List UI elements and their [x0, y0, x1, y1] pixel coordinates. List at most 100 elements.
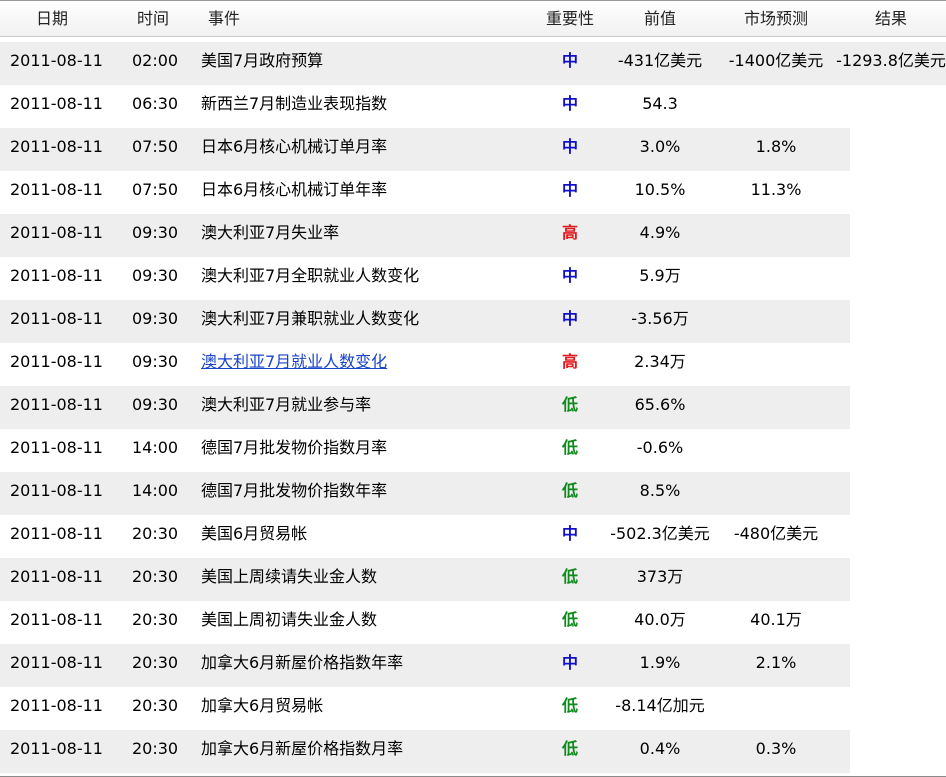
previous-value-cell: -502.3亿美元 [610, 524, 710, 543]
event-cell: 德国7月批发物价指数月率 [201, 438, 388, 457]
time-cell: 14:00 [132, 481, 179, 500]
table-header: 日期 时间 事件 重要性 前值 市场预测 结果 [0, 1, 946, 37]
date-cell: 2011-08-11 [10, 180, 103, 199]
table-row[interactable]: 2011-08-11 20:30 加拿大6月新屋价格指数年率 中 1.9% 2.1% [0, 644, 850, 687]
event-cell: 美国7月政府预算 [201, 51, 324, 70]
time-cell: 06:30 [132, 94, 179, 113]
result-cell [836, 515, 946, 558]
previous-value-cell: 0.4% [639, 739, 681, 758]
date-cell: 2011-08-11 [10, 223, 103, 242]
importance-badge: 高 [561, 352, 578, 371]
header-event[interactable]: 事件 [208, 1, 240, 36]
date-cell: 2011-08-11 [10, 137, 103, 156]
result-cell [836, 214, 946, 257]
table-row[interactable]: 2011-08-11 14:00 德国7月批发物价指数年率 低 8.5% [0, 472, 850, 515]
date-cell: 2011-08-11 [10, 696, 103, 715]
importance-badge: 高 [561, 223, 578, 242]
event-link[interactable]: 澳大利亚7月就业人数变化 [201, 343, 387, 386]
header-importance[interactable]: 重要性 [530, 1, 610, 36]
date-cell: 2011-08-11 [10, 481, 103, 500]
event-cell: 美国6月贸易帐 [201, 524, 308, 543]
table-row[interactable]: 2011-08-11 20:30 加拿大6月新屋价格指数月率 低 0.4% 0.3% [0, 730, 850, 773]
importance-badge: 中 [561, 137, 578, 156]
time-cell: 09:30 [132, 223, 179, 242]
table-row[interactable]: 2011-08-11 06:30 新西兰7月制造业表现指数 中 54.3 [0, 85, 850, 128]
result-cell [836, 257, 946, 300]
table-row[interactable]: 2011-08-11 09:30 澳大利亚7月兼职就业人数变化 中 -3.56万 [0, 300, 850, 343]
event-cell: 澳大利亚7月全职就业人数变化 [201, 266, 420, 285]
importance-badge: 低 [561, 395, 578, 414]
result-cell [836, 687, 946, 730]
event-cell: 加拿大6月新屋价格指数年率 [201, 653, 404, 672]
importance-badge: 中 [561, 309, 578, 328]
forecast-cell [716, 429, 836, 472]
forecast-cell [716, 386, 836, 429]
result-cell [836, 85, 946, 128]
time-cell: 20:30 [132, 696, 179, 715]
date-cell: 2011-08-11 [10, 567, 103, 586]
importance-badge: 低 [561, 739, 578, 758]
result-cell [836, 300, 946, 343]
result-cell: -1293.8亿美元 [836, 51, 946, 70]
date-cell: 2011-08-11 [10, 94, 103, 113]
date-cell: 2011-08-11 [10, 309, 103, 328]
table-row[interactable]: 2011-08-11 07:50 日本6月核心机械订单月率 中 3.0% 1.8% [0, 128, 850, 171]
time-cell: 02:00 [132, 51, 179, 70]
event-cell: 日本6月核心机械订单年率 [201, 180, 388, 199]
previous-value-cell: 40.0万 [634, 610, 686, 629]
previous-value-cell: -0.6% [636, 438, 684, 457]
table-row[interactable]: 2011-08-11 09:30 澳大利亚7月就业人数变化 高 2.34万 [0, 343, 850, 386]
table-row[interactable]: 2011-08-11 20:30 加拿大6月贸易帐 低 -8.14亿加元 [0, 687, 850, 730]
table-row[interactable]: 2011-08-11 14:00 德国7月批发物价指数月率 低 -0.6% [0, 429, 850, 472]
forecast-cell: 0.3% [755, 739, 797, 758]
forecast-cell [716, 214, 836, 257]
previous-value-cell: -3.56万 [631, 309, 689, 328]
previous-value-cell: 5.9万 [639, 266, 681, 285]
importance-badge: 低 [561, 610, 578, 629]
importance-badge: 中 [561, 266, 578, 285]
forecast-cell: 40.1万 [750, 610, 802, 629]
forecast-cell [716, 300, 836, 343]
importance-badge: 低 [561, 438, 578, 457]
date-cell: 2011-08-11 [10, 610, 103, 629]
time-cell: 09:30 [132, 266, 179, 285]
table-row[interactable]: 2011-08-11 20:30 美国上周续请失业金人数 低 373万 [0, 558, 850, 601]
date-cell: 2011-08-11 [10, 395, 103, 414]
time-cell: 09:30 [132, 352, 179, 371]
forecast-cell [716, 558, 836, 601]
header-time[interactable]: 时间 [137, 1, 169, 36]
header-date[interactable]: 日期 [36, 1, 68, 36]
forecast-cell [716, 85, 836, 128]
forecast-cell: 1.8% [755, 137, 797, 156]
header-result[interactable]: 结果 [836, 1, 946, 36]
previous-value-cell: -431亿美元 [617, 51, 703, 70]
table-row[interactable]: 2011-08-11 02:00 美国7月政府预算 中 -431亿美元 -1400亿美元 -… [0, 42, 946, 85]
result-cell [836, 472, 946, 515]
date-cell: 2011-08-11 [10, 739, 103, 758]
event-cell: 新西兰7月制造业表现指数 [201, 94, 388, 113]
importance-badge: 低 [561, 567, 578, 586]
table-row[interactable]: 2011-08-11 20:30 美国上周初请失业金人数 低 40.0万 40.1万 [0, 601, 850, 644]
table-row[interactable]: 2011-08-11 09:30 澳大利亚7月就业参与率 低 65.6% [0, 386, 850, 429]
header-previous[interactable]: 前值 [600, 1, 720, 36]
date-cell: 2011-08-11 [10, 653, 103, 672]
result-cell [836, 128, 946, 171]
table-row[interactable]: 2011-08-11 20:30 美国6月贸易帐 中 -502.3亿美元 -480亿美元 [0, 515, 850, 558]
time-cell: 20:30 [132, 567, 179, 586]
header-forecast[interactable]: 市场预测 [716, 1, 836, 36]
result-cell [836, 601, 946, 644]
time-cell: 09:30 [132, 309, 179, 328]
event-cell: 日本6月核心机械订单月率 [201, 137, 388, 156]
time-cell: 20:30 [132, 739, 179, 758]
previous-value-cell: -8.14亿加元 [615, 696, 705, 715]
previous-value-cell: 4.9% [639, 223, 681, 242]
event-cell: 澳大利亚7月兼职就业人数变化 [201, 309, 420, 328]
table-row[interactable]: 2011-08-11 09:30 澳大利亚7月全职就业人数变化 中 5.9万 [0, 257, 850, 300]
forecast-cell: -1400亿美元 [728, 51, 824, 70]
previous-value-cell: 1.9% [639, 653, 681, 672]
importance-badge: 低 [561, 481, 578, 500]
importance-badge: 中 [561, 180, 578, 199]
table-row[interactable]: 2011-08-11 07:50 日本6月核心机械订单年率 中 10.5% 11.3% [0, 171, 850, 214]
result-cell [836, 644, 946, 687]
table-row[interactable]: 2011-08-11 09:30 澳大利亚7月失业率 高 4.9% [0, 214, 850, 257]
